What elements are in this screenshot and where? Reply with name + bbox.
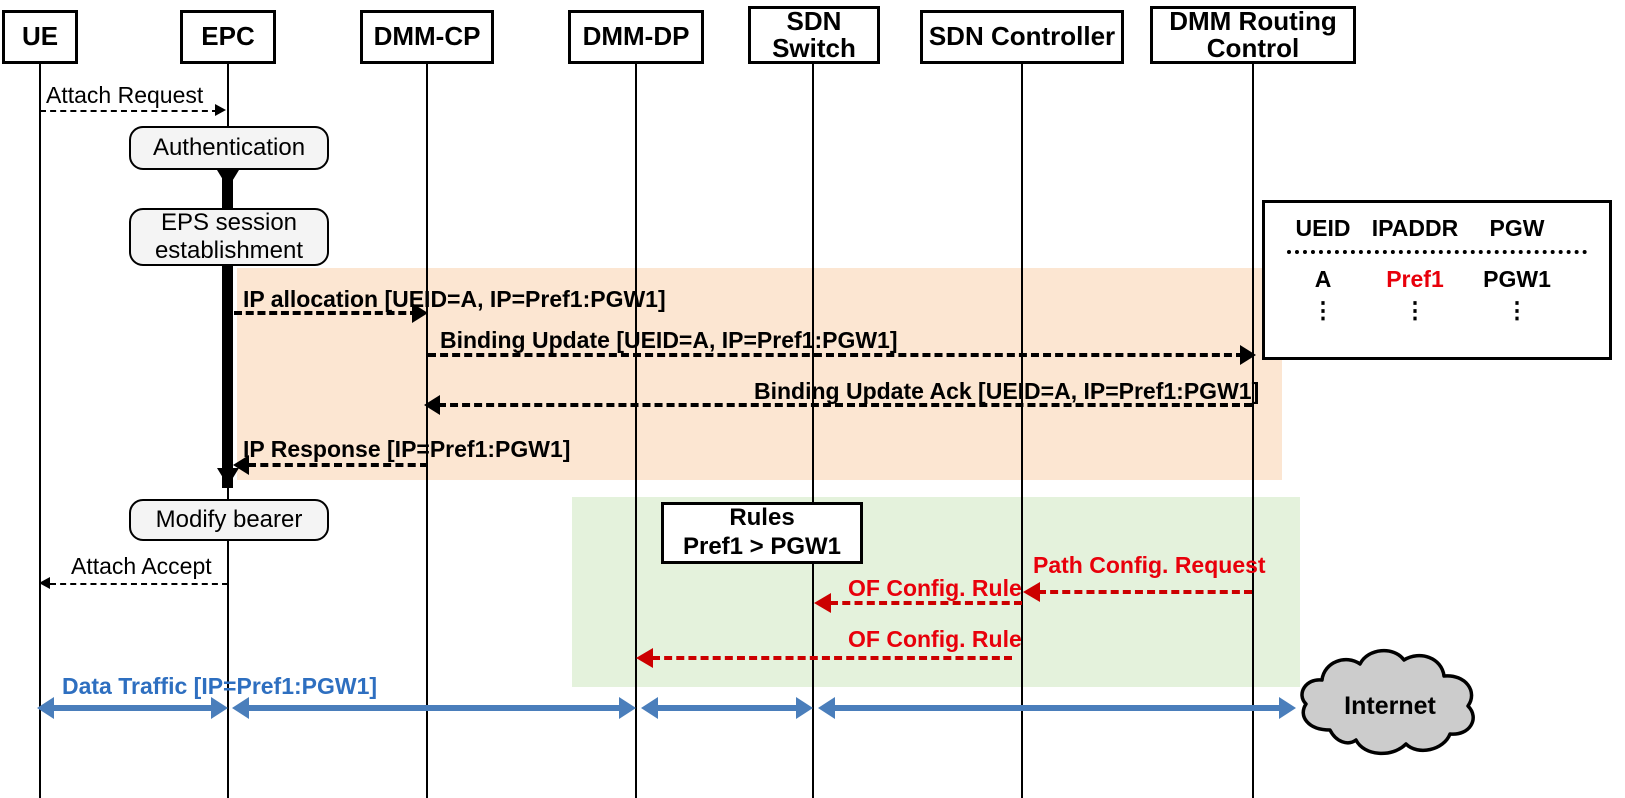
actor-dmm-routing-control-label-line2: Control [1206, 33, 1300, 63]
lifeline-sdn-controller [1021, 64, 1023, 798]
internet-cloud: Internet [1290, 640, 1490, 766]
binding-table-header-ueid: UEID [1295, 215, 1351, 241]
message-label-of-config-rule-1: OF Config. Rule [848, 575, 1022, 601]
binding-table-header-pgw: PGW [1489, 215, 1545, 241]
rules-box: Rules Pref1 > PGW1 [661, 502, 863, 564]
process-authentication-label: Authentication [152, 134, 306, 162]
actor-sdn-switch-label-line2: Switch [772, 33, 856, 63]
actor-dmm-dp[interactable]: DMM-DP [568, 10, 704, 64]
data-traffic-segment-ue-epc [52, 705, 215, 711]
data-traffic-segment-sdnsw-internet [834, 705, 1283, 711]
message-label-attach-accept: Attach Accept [71, 553, 212, 579]
process-eps-session-label-line2: establishment [154, 237, 304, 264]
message-arrow-binding-update [428, 353, 1244, 357]
actor-sdn-switch[interactable]: SDN Switch [748, 6, 880, 64]
actor-epc[interactable]: EPC [180, 10, 276, 64]
binding-table-header-ipaddr: IPADDR [1371, 215, 1459, 241]
message-arrow-of-config-rule-2 [652, 656, 1012, 660]
rules-box-rule: Pref1 > PGW1 [682, 533, 842, 560]
data-traffic-segment-epc-dmmdp [248, 705, 623, 711]
message-arrow-attach-request [40, 110, 218, 112]
message-arrowhead-path-config-request [1023, 582, 1040, 602]
actor-ue[interactable]: UE [2, 10, 78, 64]
message-arrow-path-config-request [1038, 590, 1252, 594]
process-modify-bearer-label: Modify bearer [155, 506, 303, 534]
binding-table-cell-ipaddr: Pref1 [1386, 266, 1444, 292]
binding-table-separator [1287, 250, 1587, 254]
message-arrowhead-attach-request [215, 104, 226, 116]
message-arrow-ip-response [248, 463, 428, 467]
actor-dmm-cp[interactable]: DMM-CP [360, 10, 494, 64]
lifeline-dmm-cp [426, 64, 428, 798]
actor-sdn-switch-label-line1: SDN [786, 5, 842, 36]
message-arrowhead-binding-update-ack [424, 395, 440, 415]
actor-dmm-routing-control-label-line1: DMM Routing [1169, 5, 1337, 36]
process-eps-session-establishment[interactable]: EPS session establishment [129, 208, 329, 266]
data-traffic-segment-dmmdp-sdnsw [657, 705, 800, 711]
message-label-data-traffic: Data Traffic [IP=Pref1:PGW1] [62, 673, 378, 699]
actor-sdn-controller-label: SDN Controller [928, 21, 1116, 52]
data-traffic-arrowhead-dmmdp-left [619, 697, 636, 719]
data-traffic-arrowhead-ue [37, 697, 54, 719]
actor-dmm-routing-control[interactable]: DMM Routing Control [1150, 6, 1356, 64]
data-traffic-arrowhead-dmmdp-right [641, 697, 658, 719]
message-label-path-config-request: Path Config. Request [1033, 552, 1266, 578]
message-arrow-of-config-rule-1 [830, 601, 1022, 605]
internet-cloud-label: Internet [1344, 692, 1436, 720]
lifeline-dmm-dp [635, 64, 637, 798]
message-label-ip-allocation: IP allocation [UEID=A, IP=Pref1:PGW1] [243, 286, 666, 312]
data-traffic-arrowhead-epc-right [232, 697, 249, 719]
sequence-diagram-canvas: UE EPC DMM-CP DMM-DP SDN Switch SDN Cont… [0, 0, 1625, 798]
binding-table-header-row: UEID IPADDR PGW [1287, 215, 1587, 242]
message-arrowhead-ip-response [233, 455, 249, 475]
binding-table-ellipsis-ipaddr: ⋮ [1403, 297, 1427, 323]
message-label-binding-update: Binding Update [UEID=A, IP=Pref1:PGW1] [440, 327, 898, 353]
process-eps-session-label-line1: EPS session [160, 209, 298, 237]
binding-table-ellipsis-pgw: ⋮ [1505, 297, 1529, 323]
epc-activation-arrowhead-auth [217, 170, 239, 188]
message-label-of-config-rule-2: OF Config. Rule [848, 626, 1022, 652]
rules-box-title: Rules [729, 504, 795, 532]
actor-sdn-controller[interactable]: SDN Controller [920, 10, 1124, 64]
message-arrowhead-attach-accept [39, 577, 50, 589]
message-arrowhead-of-config-rule-1 [814, 593, 831, 613]
lifeline-dmm-routing-control [1252, 64, 1254, 798]
actor-epc-label: EPC [201, 21, 255, 52]
message-arrowhead-of-config-rule-2 [636, 648, 653, 668]
binding-table-cell-ueid: A [1314, 266, 1332, 292]
data-traffic-arrowhead-sdnsw-left [796, 697, 813, 719]
message-label-binding-update-ack: Binding Update Ack [UEID=A, IP=Pref1:PGW… [754, 378, 1260, 404]
binding-table-row: A Pref1 PGW1 [1287, 266, 1587, 293]
message-arrow-binding-update-ack [438, 403, 1252, 407]
lifeline-sdn-switch [812, 64, 814, 798]
binding-table-continuation-row: ⋮ ⋮ ⋮ [1287, 297, 1587, 324]
binding-table-ellipsis-ueid: ⋮ [1311, 297, 1335, 323]
lifeline-ue [39, 64, 41, 798]
actor-ue-label: UE [21, 21, 59, 52]
actor-dmm-cp-label: DMM-CP [373, 21, 481, 52]
binding-table-cell-pgw: PGW1 [1483, 266, 1551, 292]
data-traffic-arrowhead-sdnsw-right [818, 697, 835, 719]
actor-dmm-dp-label: DMM-DP [582, 21, 690, 52]
message-arrowhead-binding-update [1240, 345, 1256, 365]
binding-table: UEID IPADDR PGW A Pref1 PGW1 ⋮ ⋮ ⋮ [1262, 200, 1612, 360]
message-label-attach-request: Attach Request [46, 82, 204, 108]
message-arrowhead-ip-allocation [412, 303, 428, 323]
data-traffic-arrowhead-epc-left [211, 697, 228, 719]
process-authentication[interactable]: Authentication [129, 126, 329, 170]
message-label-ip-response: IP Response [IP=Pref1:PGW1] [243, 436, 571, 462]
message-arrow-attach-accept [50, 583, 228, 585]
message-arrow-ip-allocation [234, 311, 418, 315]
process-modify-bearer[interactable]: Modify bearer [129, 499, 329, 541]
